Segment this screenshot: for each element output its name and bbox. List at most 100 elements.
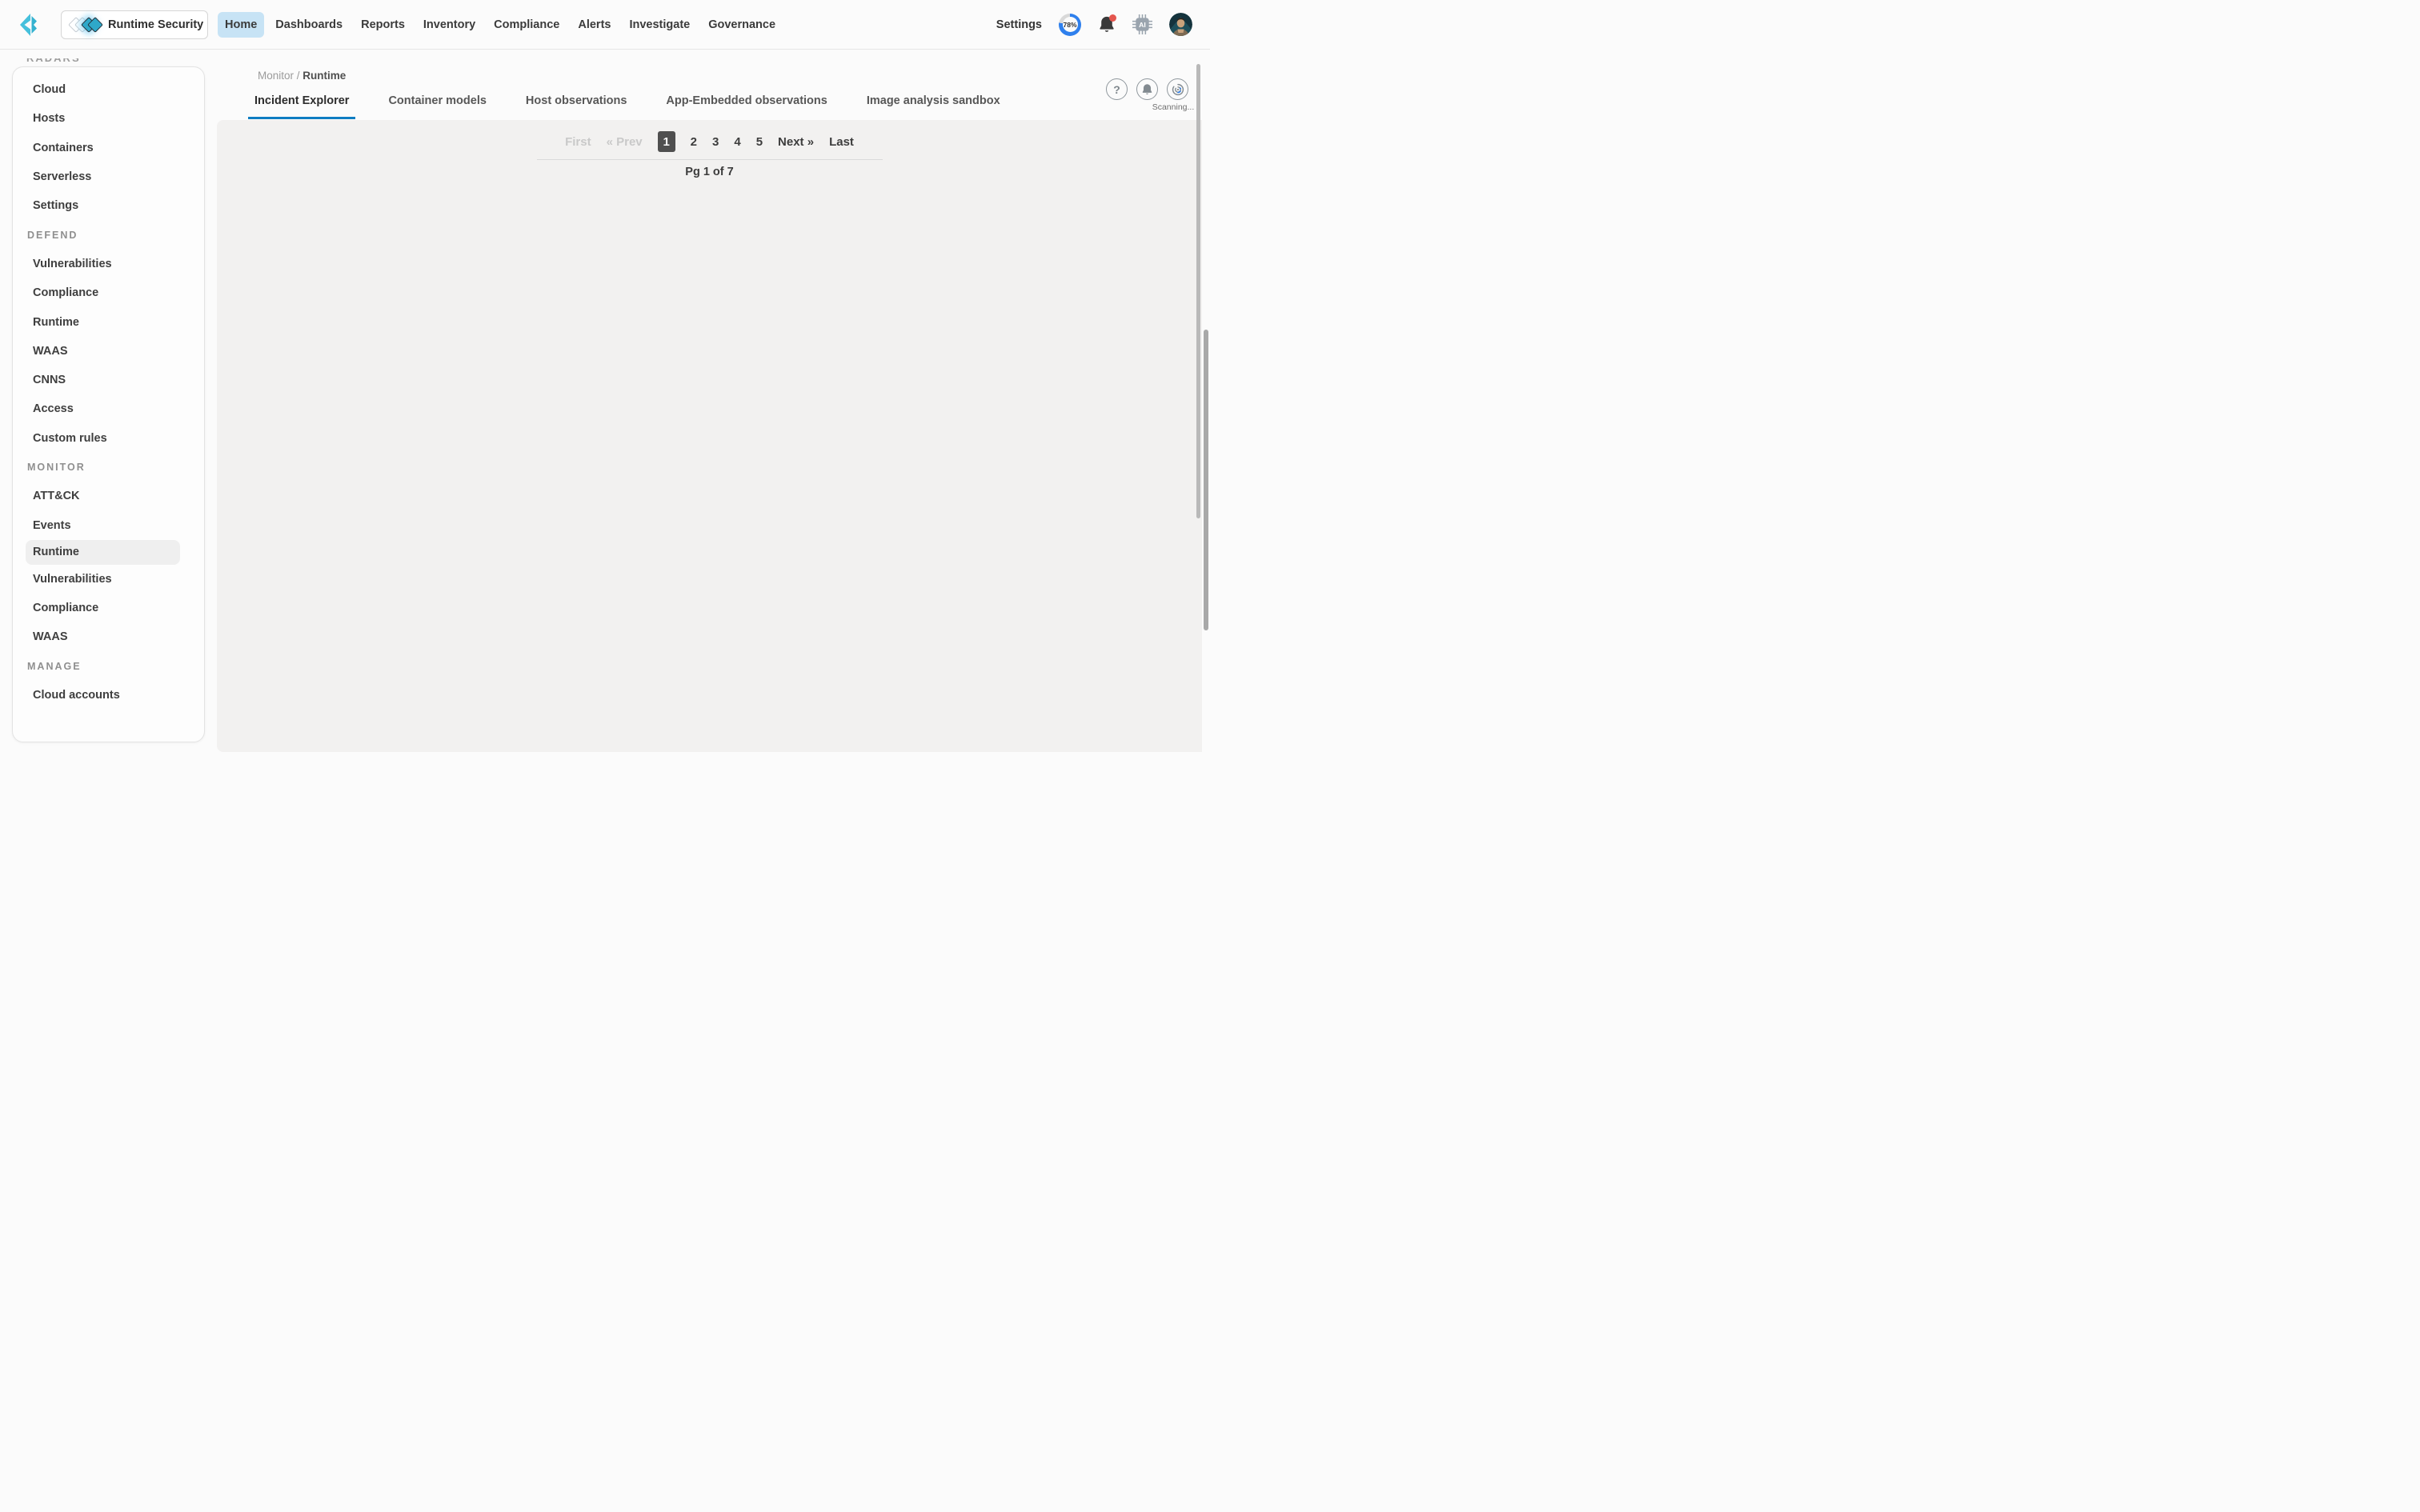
pagination-page-1[interactable]: 1 — [657, 131, 675, 152]
sidebar-item-events[interactable]: Events — [13, 510, 204, 539]
sidebar-item-waas-defend[interactable]: WAAS — [13, 337, 204, 366]
tab-image-analysis-sandbox[interactable]: Image analysis sandbox — [860, 94, 1007, 119]
user-avatar[interactable] — [1169, 13, 1192, 36]
nav-item-compliance[interactable]: Compliance — [487, 12, 567, 38]
sidebar-item-label: Runtime — [33, 546, 79, 559]
sidebar-item-label: WAAS — [33, 344, 68, 358]
bell-outline-icon — [1142, 83, 1152, 94]
sidebar-item-label: Compliance — [33, 286, 99, 300]
sidebar-item-label: Compliance — [33, 602, 99, 615]
sidebar-item-attck[interactable]: ATT&CK — [13, 482, 204, 510]
nav-item-inventory[interactable]: Inventory — [416, 12, 483, 38]
tab-container-models[interactable]: Container models — [382, 94, 492, 119]
pagination-divider — [536, 159, 883, 160]
pagination-next[interactable]: Next » — [778, 135, 814, 149]
pagination-page-5[interactable]: 5 — [756, 135, 763, 149]
sidebar-item-vulnerabilities-monitor[interactable]: Vulnerabilities — [13, 565, 204, 594]
sidebar-item-hosts[interactable]: Hosts — [13, 104, 204, 133]
ai-copilot-icon[interactable]: AI — [1132, 14, 1152, 34]
nav-item-alerts[interactable]: Alerts — [571, 12, 618, 38]
sidebar-section-label: MANAGE — [27, 660, 82, 672]
pagination-page-2[interactable]: 2 — [691, 135, 697, 149]
sidebar-item-waas-monitor[interactable]: WAAS — [13, 622, 204, 651]
product-switcher[interactable]: Runtime Security — [61, 10, 208, 39]
sidebar-item-label: Custom rules — [33, 431, 107, 445]
sidebar-item-cloud[interactable]: Cloud — [13, 75, 204, 104]
content-area: First « Prev 1 2 3 4 5 Next » Last Pg 1 … — [217, 120, 1202, 752]
pagination-prev[interactable]: « Prev — [607, 135, 643, 149]
question-mark-icon: ? — [1113, 82, 1120, 96]
sidebar-item-label: Serverless — [33, 170, 92, 184]
runtime-security-console: Runtime Security Home Dashboards Reports… — [0, 0, 1210, 756]
prisma-logo-icon[interactable] — [18, 13, 39, 37]
sidebar-item-cloud-accounts[interactable]: Cloud accounts — [13, 681, 204, 710]
sidebar-item-label: Containers — [33, 141, 94, 154]
sidebar-item-runtime-defend[interactable]: Runtime — [13, 307, 204, 336]
tab-host-observations[interactable]: Host observations — [519, 94, 634, 119]
nav-item-investigate[interactable]: Investigate — [622, 12, 697, 38]
sidebar-section-manage: MANAGE — [13, 652, 204, 681]
breadcrumb-section[interactable]: Monitor — [258, 70, 294, 82]
sidebar-item-cnns[interactable]: CNNS — [13, 366, 204, 394]
notifications-bell-icon[interactable] — [1098, 14, 1116, 34]
sidebar-item-label: Vulnerabilities — [33, 257, 112, 270]
pagination-last[interactable]: Last — [829, 135, 854, 149]
sidebar-section-monitor: MONITOR — [13, 453, 204, 482]
nav-item-dashboards[interactable]: Dashboards — [268, 12, 350, 38]
alerts-bell-button[interactable] — [1136, 78, 1158, 100]
scanning-status-button[interactable] — [1167, 78, 1188, 100]
nav-item-governance[interactable]: Governance — [701, 12, 783, 38]
tab-bar: Incident Explorer Container models Host … — [248, 94, 1007, 119]
nav-item-reports[interactable]: Reports — [354, 12, 412, 38]
radar-scan-icon — [1172, 83, 1184, 95]
pagination-page-4[interactable]: 4 — [734, 135, 740, 149]
sidebar-item-serverless[interactable]: Serverless — [13, 162, 204, 191]
pagination-page-3[interactable]: 3 — [712, 135, 719, 149]
sidebar-section-label: DEFEND — [27, 229, 78, 241]
nav-item-home[interactable]: Home — [218, 11, 265, 38]
top-nav: Runtime Security Home Dashboards Reports… — [0, 0, 1210, 50]
tab-incident-explorer[interactable]: Incident Explorer — [248, 94, 356, 119]
breadcrumb: Monitor / Runtime — [258, 70, 346, 82]
tab-app-embedded-observations[interactable]: App-Embedded observations — [659, 94, 833, 119]
sidebar-item-label: Events — [33, 518, 71, 532]
pagination: First « Prev 1 2 3 4 5 Next » Last Pg 1 … — [217, 131, 1202, 178]
help-button[interactable]: ? — [1106, 78, 1128, 100]
breadcrumb-current: Runtime — [302, 70, 347, 82]
sidebar-item-vulnerabilities-defend[interactable]: Vulnerabilities — [13, 250, 204, 278]
usage-percent: 78% — [1063, 20, 1077, 29]
sidebar-item-label: Cloud accounts — [33, 689, 120, 702]
sidebar-item-compliance-monitor[interactable]: Compliance — [13, 594, 204, 622]
sidebar-item-runtime-monitor-active[interactable]: Runtime — [26, 539, 180, 565]
sidebar-item-label: CNNS — [33, 374, 66, 387]
scanning-label: Scanning... — [1152, 102, 1195, 112]
svg-text:AI: AI — [1139, 21, 1146, 29]
sidebar-item-settings[interactable]: Settings — [13, 191, 204, 220]
sidebar-item-label: Hosts — [33, 112, 66, 126]
sidebar-scrollbar[interactable] — [1196, 64, 1200, 518]
usage-donut[interactable]: 78% — [1059, 13, 1081, 36]
sidebar-section-defend: DEFEND — [13, 220, 204, 249]
notification-badge — [1109, 14, 1116, 22]
page-scrollbar[interactable] — [1204, 330, 1208, 630]
sidebar-section-label: MONITOR — [27, 462, 86, 473]
page-indicator: Pg 1 of 7 — [685, 166, 734, 178]
sidebar-item-label: Cloud — [33, 83, 66, 97]
product-name: Runtime Security — [108, 18, 204, 31]
settings-link[interactable]: Settings — [996, 18, 1042, 31]
pagination-first[interactable]: First — [565, 135, 591, 149]
sidebar-item-compliance-defend[interactable]: Compliance — [13, 278, 204, 307]
breadcrumb-separator: / — [294, 70, 303, 82]
main-nav: Home Dashboards Reports Inventory Compli… — [218, 11, 783, 38]
product-diamonds-icon — [68, 17, 103, 33]
sidebar-item-access[interactable]: Access — [13, 394, 204, 423]
sidebar-item-containers[interactable]: Containers — [13, 134, 204, 162]
sidebar-item-label: Vulnerabilities — [33, 572, 112, 586]
sidebar-item-label: ATT&CK — [33, 490, 80, 503]
sidebar-item-label: Access — [33, 402, 74, 416]
sidebar: Cloud Hosts Containers Serverless Settin… — [12, 66, 205, 742]
sidebar-item-label: Settings — [33, 199, 79, 213]
sidebar-item-label: Runtime — [33, 315, 79, 329]
top-nav-right: Settings 78% AI — [996, 13, 1192, 36]
sidebar-item-custom-rules[interactable]: Custom rules — [13, 424, 204, 453]
